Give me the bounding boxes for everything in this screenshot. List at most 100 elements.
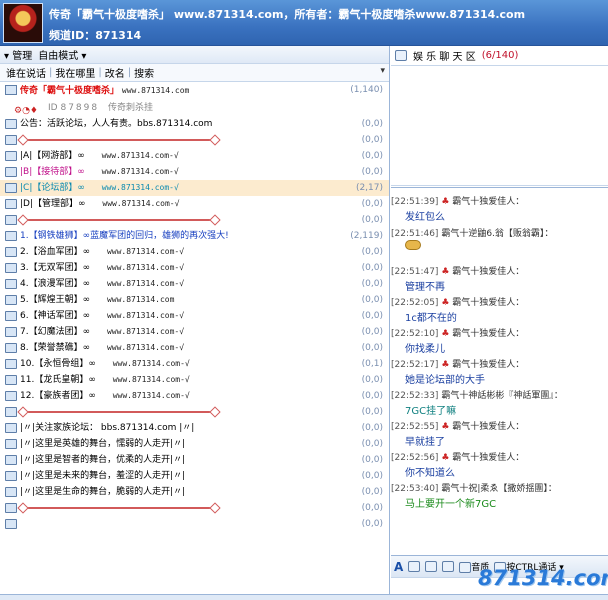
- channel-item-url: www.871314.com-√: [112, 359, 190, 368]
- folder-icon: [5, 151, 17, 161]
- channel-item[interactable]: 10.【永恒骨组】∞ www.871314.com-√ (0,1): [0, 356, 389, 372]
- message-user: 霸气十神話彬彬『神話軍團』：: [441, 391, 563, 401]
- message-user: 霸气十逆鼬6.翁【贩翁霸】：: [441, 229, 554, 239]
- tab-bar: 谁在说话 | 我在哪里 | 改名 | 搜索 ▾: [0, 64, 389, 82]
- send-icon[interactable]: [442, 561, 455, 572]
- folder-icon: [5, 407, 17, 417]
- channel-item[interactable]: |〃|关注家族论坛： bbs.871314.com |〃| (0,0): [0, 420, 389, 436]
- channel-item[interactable]: |〃|这里是未来的舞台，羞涩的人走开|〃| (0,0): [0, 468, 389, 484]
- folder-icon: [5, 343, 17, 353]
- channel-item-url: www.871314.com-√: [102, 199, 180, 208]
- channel-item-count: (0,0): [361, 167, 383, 177]
- channel-count: (1,140): [350, 85, 383, 95]
- channel-item-count: (0,0): [361, 279, 383, 289]
- window-title: 传奇「霸气十极度嗜杀」 www.871314.com，所有者：霸气十极度嗜杀ww…: [49, 8, 526, 21]
- room-header: 娱 乐 聊 天 区 (6/140): [391, 46, 608, 66]
- user-self-row[interactable]: ⚙◔♦ ID 87898 传奇刺杀挂: [0, 100, 389, 116]
- user-icon: ♣: [441, 453, 450, 463]
- channel-tree-panel: ▾ 管理 自由模式 ▾ 谁在说话 | 我在哪里 | 改名 | 搜索 ▾ 传奇「霸气十极…: [0, 46, 390, 594]
- channel-item-count: (0,0): [361, 423, 383, 433]
- separator-row: (0,0): [0, 404, 389, 420]
- folder-icon: [5, 247, 17, 257]
- chat-log[interactable]: [22:51:39] ♣ 霸气十独爱佳人： 发红包么 [22:51:46] 霸气十…: [391, 187, 608, 555]
- channel-item[interactable]: |〃|这里是生命的舞台，脆弱的人走开|〃| (0,0): [0, 484, 389, 500]
- tab-where-am-i[interactable]: 我在哪里: [55, 65, 95, 80]
- room-info-area: [391, 66, 608, 186]
- channel-item-selected[interactable]: |C|【论坛部】∞ www.871314.com-√ (2,17): [0, 180, 389, 196]
- folder-icon: [5, 167, 17, 177]
- channel-id: 频道ID：871314: [49, 29, 142, 42]
- chat-message: [22:52:56] ♣ 霸气十独爱佳人： 你不知道么: [391, 450, 608, 479]
- channel-item-url: www.871314.com-√: [106, 279, 185, 288]
- folder-icon: [5, 231, 17, 241]
- tab-rename[interactable]: 改名: [105, 65, 125, 80]
- channel-item-count: (0,0): [361, 199, 383, 209]
- channel-item-label: 6.【神话军团】∞: [20, 311, 91, 321]
- separator-line: [22, 219, 216, 221]
- chevron-down-icon[interactable]: ▾: [380, 66, 385, 76]
- channel-item-label: 4.【浪漫军团】∞: [20, 279, 91, 289]
- channel-item[interactable]: 12.【豪族者团】∞ www.871314.com-√ (0,0): [0, 388, 389, 404]
- message-text: 早就挂了: [405, 437, 445, 448]
- channel-item-label: 2.【浴血军团】∞: [20, 247, 91, 257]
- channel-item-count: (2,119): [350, 231, 383, 241]
- channel-item[interactable]: 3.【无双军团】∞ www.871314.com-√ (0,0): [0, 260, 389, 276]
- user-icon: ♣: [441, 422, 450, 432]
- notice-row[interactable]: 公告：活跃论坛，人人有责。bbs.871314.com (0,0): [0, 116, 389, 132]
- tab-search[interactable]: 搜索: [134, 65, 154, 80]
- channel-item[interactable]: 1.【钢铁雄狮】∞蓝魔军团的回归，雄狮的再次强大! (2,119): [0, 228, 389, 244]
- message-user: 霸气十独爱佳人：: [452, 422, 525, 432]
- folder-icon: [5, 183, 17, 193]
- delete-icon[interactable]: [425, 561, 438, 572]
- channel-item[interactable]: 6.【神话军团】∞ www.871314.com-√ (0,0): [0, 308, 389, 324]
- chat-message: [22:52:05] ♣ 霸气十独爱佳人： 1c都不在的: [391, 295, 608, 324]
- channel-root[interactable]: 传奇「霸气十极度嗜杀」 www.871314.com (1,140): [0, 82, 389, 100]
- folder-icon: [5, 295, 17, 305]
- channel-item-url: www.871314.com-√: [106, 311, 185, 320]
- status-bar: [0, 594, 608, 600]
- channel-item-label: 3.【无双军团】∞: [20, 263, 91, 273]
- separator-row: (0,0): [0, 516, 389, 532]
- message-user: 霸气十独爱佳人：: [452, 298, 525, 308]
- room-icon: [395, 50, 407, 61]
- font-icon[interactable]: A: [394, 560, 403, 574]
- user-icon: ♣: [441, 298, 450, 308]
- separator-count: (0,0): [361, 503, 383, 513]
- notice-text: 公告：活跃论坛，人人有责。bbs.871314.com: [20, 119, 213, 129]
- channel-item[interactable]: |D|【管理部】∞ www.871314.com-√ (0,0): [0, 196, 389, 212]
- folder-icon: [5, 279, 17, 289]
- channel-name: 传奇「霸气十极度嗜杀」: [20, 86, 120, 96]
- message-user: 霸气十祝|柔ゑ【撒娇揺團】：: [441, 484, 557, 494]
- channel-item[interactable]: |A|【网游部】∞ www.871314.com-√ (0,0): [0, 148, 389, 164]
- folder-icon: [5, 215, 17, 225]
- channel-item-label: 8.【荣誉禁礁】∞: [20, 343, 91, 353]
- mode-dropdown[interactable]: 自由模式 ▾: [38, 47, 86, 62]
- channel-item[interactable]: |〃|这里是智者的舞台，优柔的人走开|〃| (0,0): [0, 452, 389, 468]
- message-text: 7GC挂了嘛: [405, 406, 457, 417]
- channel-item-label: 1.【钢铁雄狮】∞蓝魔军团的回归，雄狮的再次强大!: [20, 231, 229, 241]
- message-time: [22:51:39]: [391, 197, 439, 207]
- separator-line: [22, 139, 216, 141]
- chat-message: [22:51:46] 霸气十逆鼬6.翁【贩翁霸】：: [391, 226, 608, 250]
- channel-item-count: (0,0): [361, 439, 383, 449]
- channel-item[interactable]: |B|【接待部】∞ www.871314.com-√ (0,0): [0, 164, 389, 180]
- manage-menu[interactable]: ▾ 管理: [4, 47, 32, 62]
- channel-item[interactable]: 11.【龙氏皇朝】∞ www.871314.com-√ (0,0): [0, 372, 389, 388]
- channel-item[interactable]: 8.【荣誉禁礁】∞ www.871314.com-√ (0,0): [0, 340, 389, 356]
- chat-message: [22:51:39] ♣ 霸气十独爱佳人： 发红包么: [391, 194, 608, 223]
- channel-item[interactable]: |〃|这里是英雄的舞台，懦弱的人走开|〃| (0,0): [0, 436, 389, 452]
- channel-item-url: www.871314.com-√: [101, 183, 179, 192]
- channel-item[interactable]: 4.【浪漫军团】∞ www.871314.com-√ (0,0): [0, 276, 389, 292]
- channel-item[interactable]: 5.【辉煌王朝】∞ www.871314.com (0,0): [0, 292, 389, 308]
- channel-item[interactable]: 7.【幻魔法团】∞ www.871314.com-√ (0,0): [0, 324, 389, 340]
- message-text: 你找柔儿: [405, 344, 445, 355]
- message-time: [22:52:56]: [391, 453, 439, 463]
- message-time: [22:52:33]: [391, 391, 439, 401]
- user-nick: 传奇刺杀挂: [107, 103, 153, 113]
- channel-item-label: 5.【辉煌王朝】∞: [20, 295, 91, 305]
- tab-who-talking[interactable]: 谁在说话: [6, 65, 46, 80]
- channel-item[interactable]: 2.【浴血军团】∞ www.871314.com-√ (0,0): [0, 244, 389, 260]
- channel-item-url: www.871314.com: [106, 295, 175, 304]
- message-text: 管理不再: [405, 282, 445, 293]
- emoji-icon[interactable]: [408, 561, 421, 572]
